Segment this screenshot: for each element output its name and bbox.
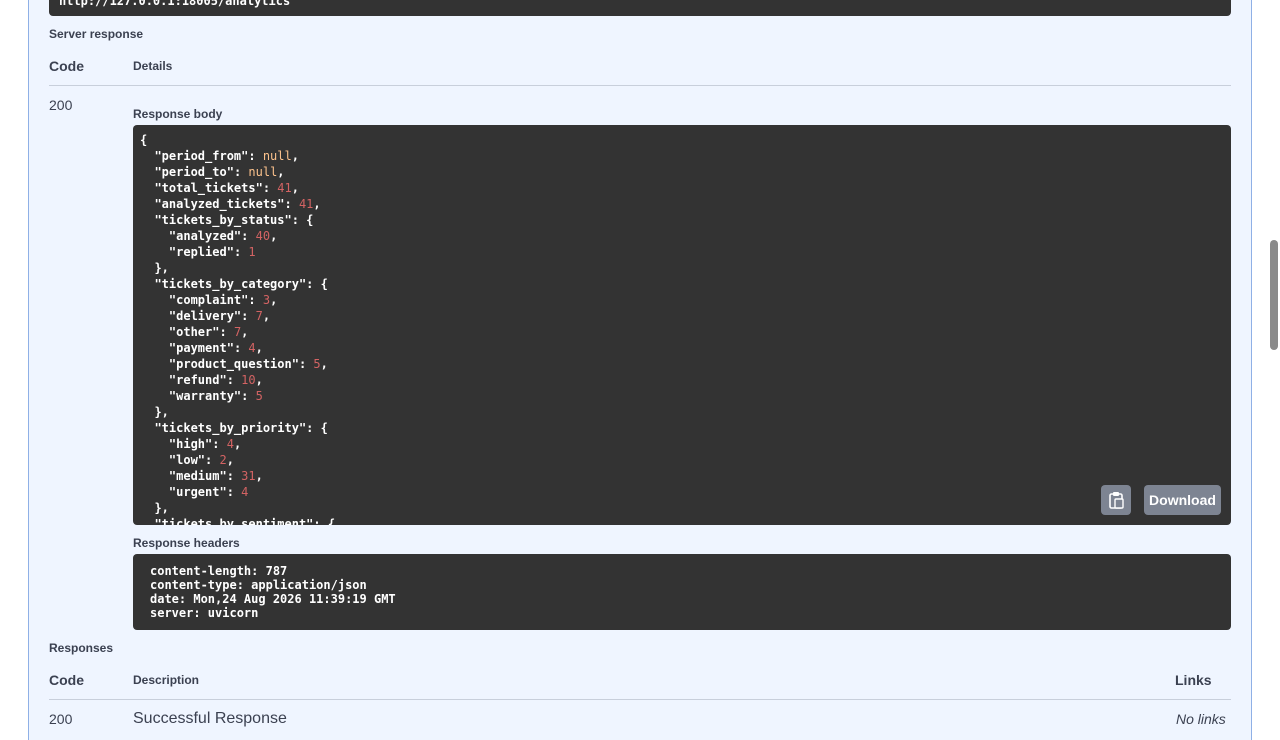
response-headers: content-length: 787 content-type: applic… <box>133 554 1231 630</box>
copy-to-clipboard-button[interactable] <box>1101 485 1131 515</box>
scrollbar[interactable] <box>1268 0 1280 720</box>
response-headers-text: content-length: 787 content-type: applic… <box>150 564 396 620</box>
responses-title: Responses <box>49 641 114 655</box>
scrollbar-thumb[interactable] <box>1270 240 1278 350</box>
responses-row-code: 200 <box>49 711 73 727</box>
responses-description-header: Description <box>133 673 200 687</box>
request-url: http://127.0.0.1:18005/analytics <box>59 0 291 8</box>
header-divider <box>49 85 1231 86</box>
code-column-header: Code <box>49 58 84 74</box>
request-url-block: http://127.0.0.1:18005/analytics <box>49 0 1231 16</box>
details-column-header: Details <box>133 59 173 73</box>
responses-divider <box>49 699 1231 700</box>
response-code: 200 <box>49 97 73 113</box>
response-body[interactable]: { "period_from": null, "period_to": null… <box>133 125 1231 525</box>
responses-row-description: Successful Response <box>133 710 287 727</box>
responses-row-links: No links <box>1176 711 1226 727</box>
response-headers-title: Response headers <box>133 536 240 550</box>
responses-links-header: Links <box>1175 672 1212 688</box>
responses-code-header: Code <box>49 672 84 688</box>
clipboard-icon <box>1109 492 1124 509</box>
response-body-title: Response body <box>133 107 223 121</box>
download-button[interactable]: Download <box>1144 485 1221 515</box>
server-response-title: Server response <box>49 27 144 41</box>
response-body-json: { "period_from": null, "period_to": null… <box>140 133 336 525</box>
